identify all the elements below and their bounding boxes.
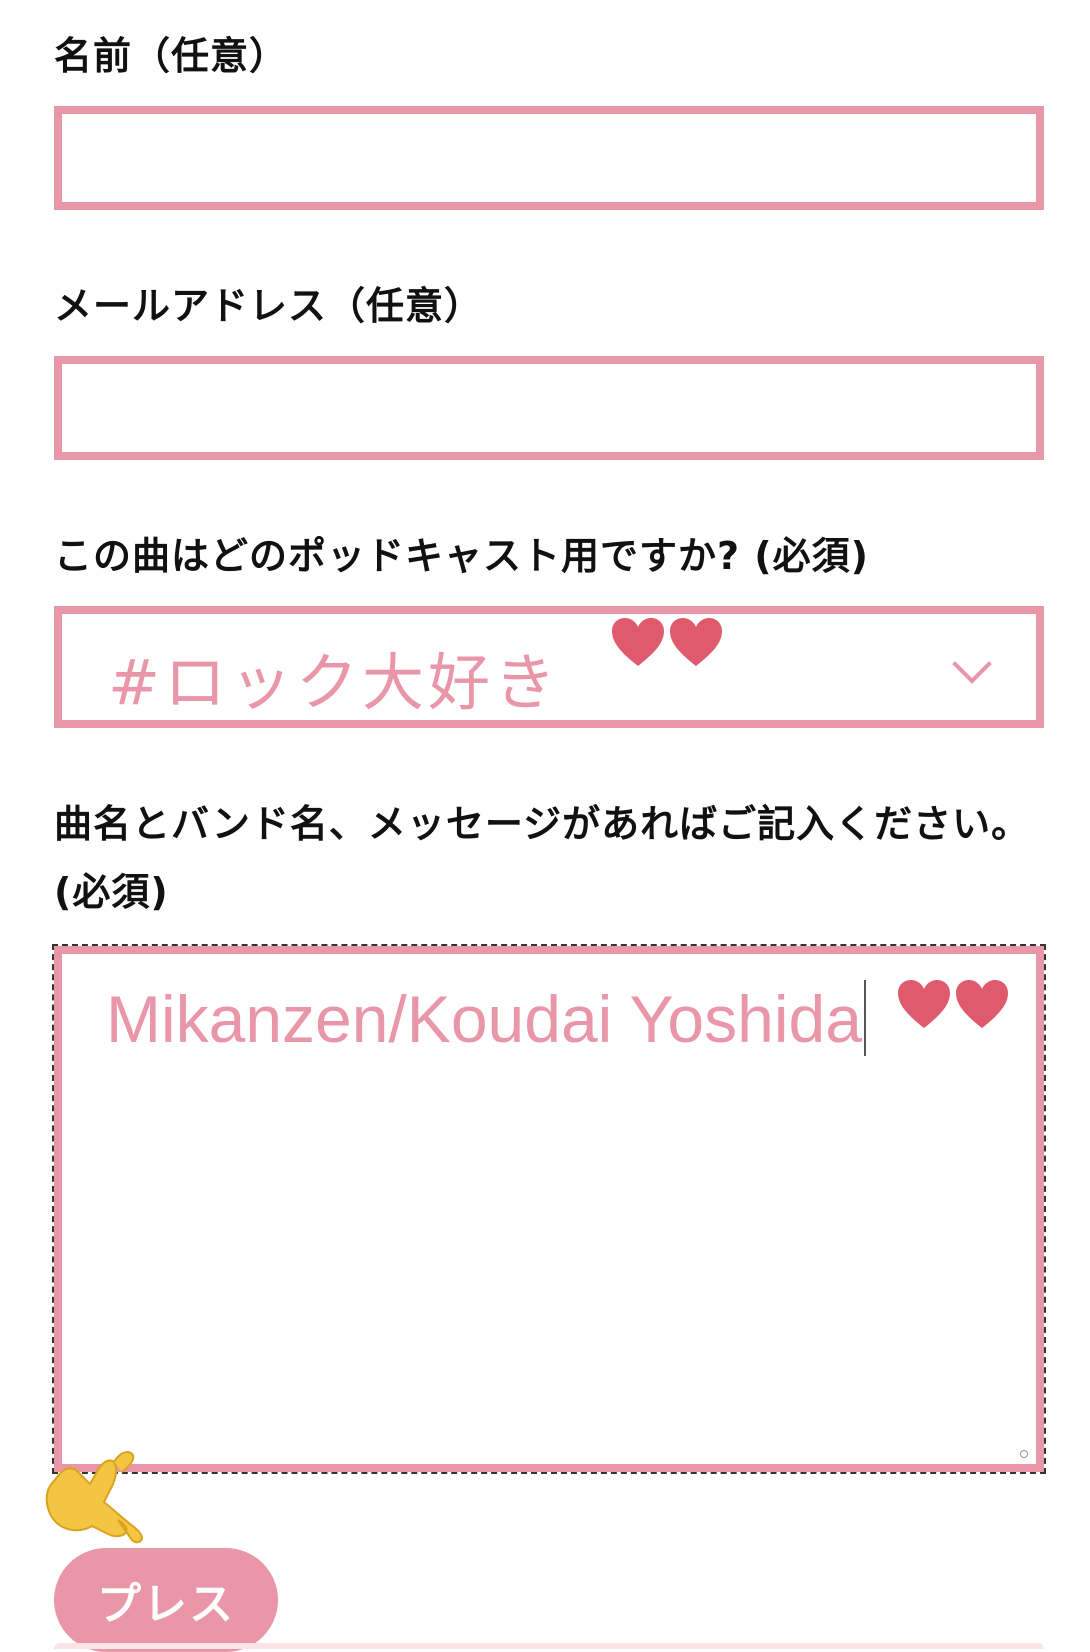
name-input[interactable] <box>62 114 1036 202</box>
chevron-down-icon[interactable] <box>952 644 992 684</box>
message-text: Mikanzen/Koudai Yoshida <box>106 980 866 1057</box>
resize-handle-icon[interactable] <box>1020 1450 1028 1458</box>
heart-icon <box>612 618 664 666</box>
podcast-select[interactable]: #ロック大好き <box>54 606 1044 728</box>
email-label: メールアドレス（任意） <box>54 284 484 328</box>
heart-icon <box>956 980 1008 1028</box>
submit-button[interactable]: プレス <box>54 1548 278 1652</box>
podcast-label: この曲はどのポッドキャスト用ですか? (必須) <box>54 534 870 578</box>
email-field-frame <box>54 356 1044 460</box>
name-label: 名前（任意） <box>54 34 289 78</box>
hearts-decoration <box>610 616 724 668</box>
heart-icon <box>670 618 722 666</box>
name-field-frame <box>54 106 1044 210</box>
message-label: 曲名とバンド名、メッセージがあればご記入ください。(必須) <box>54 802 1031 915</box>
pointing-hand-icon <box>45 1451 144 1544</box>
text-caret <box>863 980 866 1056</box>
podcast-selected-value: #ロック大好き <box>108 646 560 719</box>
heart-icon <box>898 980 950 1028</box>
email-input[interactable] <box>62 364 1036 452</box>
bottom-divider <box>54 1643 1044 1649</box>
hearts-decoration <box>896 978 1010 1030</box>
